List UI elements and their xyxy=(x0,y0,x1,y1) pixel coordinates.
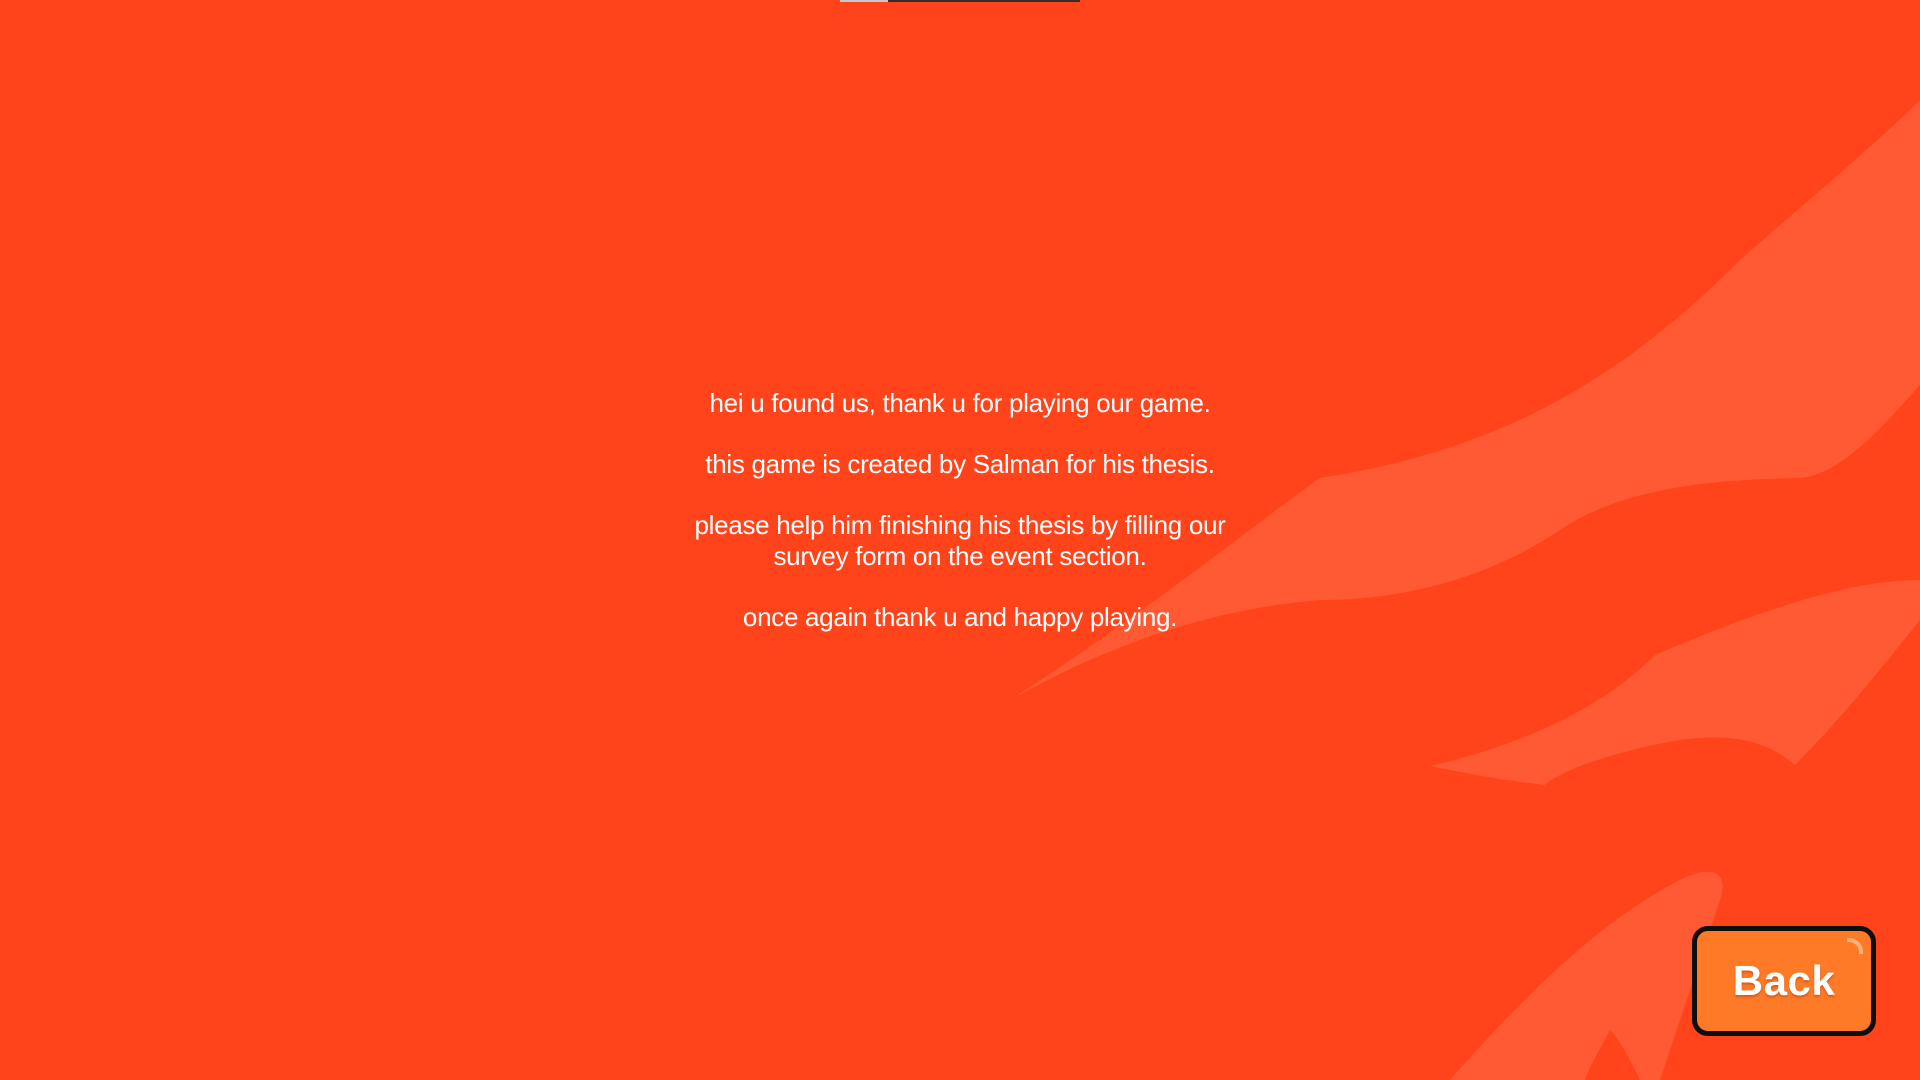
credits-message: hei u found us, thank u for playing our … xyxy=(560,388,1360,663)
button-shine-highlight xyxy=(1847,938,1863,954)
top-progress-bar xyxy=(840,0,1080,2)
brush-stroke-bottom xyxy=(1450,871,1723,1080)
message-line-thanks: hei u found us, thank u for playing our … xyxy=(709,388,1211,418)
top-bar-segment-dark xyxy=(888,0,1080,2)
brush-stroke-middle xyxy=(1430,580,1920,785)
credits-screen: hei u found us, thank u for playing our … xyxy=(0,0,1920,1080)
message-line-closing: once again thank u and happy playing. xyxy=(742,602,1178,632)
back-button-label: Back xyxy=(1732,957,1836,1004)
message-line-survey: please help him finishing his thesis by … xyxy=(694,510,1226,571)
top-bar-segment-light xyxy=(840,0,888,2)
message-line-creator: this game is created by Salman for his t… xyxy=(705,449,1215,479)
back-button[interactable]: Back xyxy=(1692,926,1876,1036)
